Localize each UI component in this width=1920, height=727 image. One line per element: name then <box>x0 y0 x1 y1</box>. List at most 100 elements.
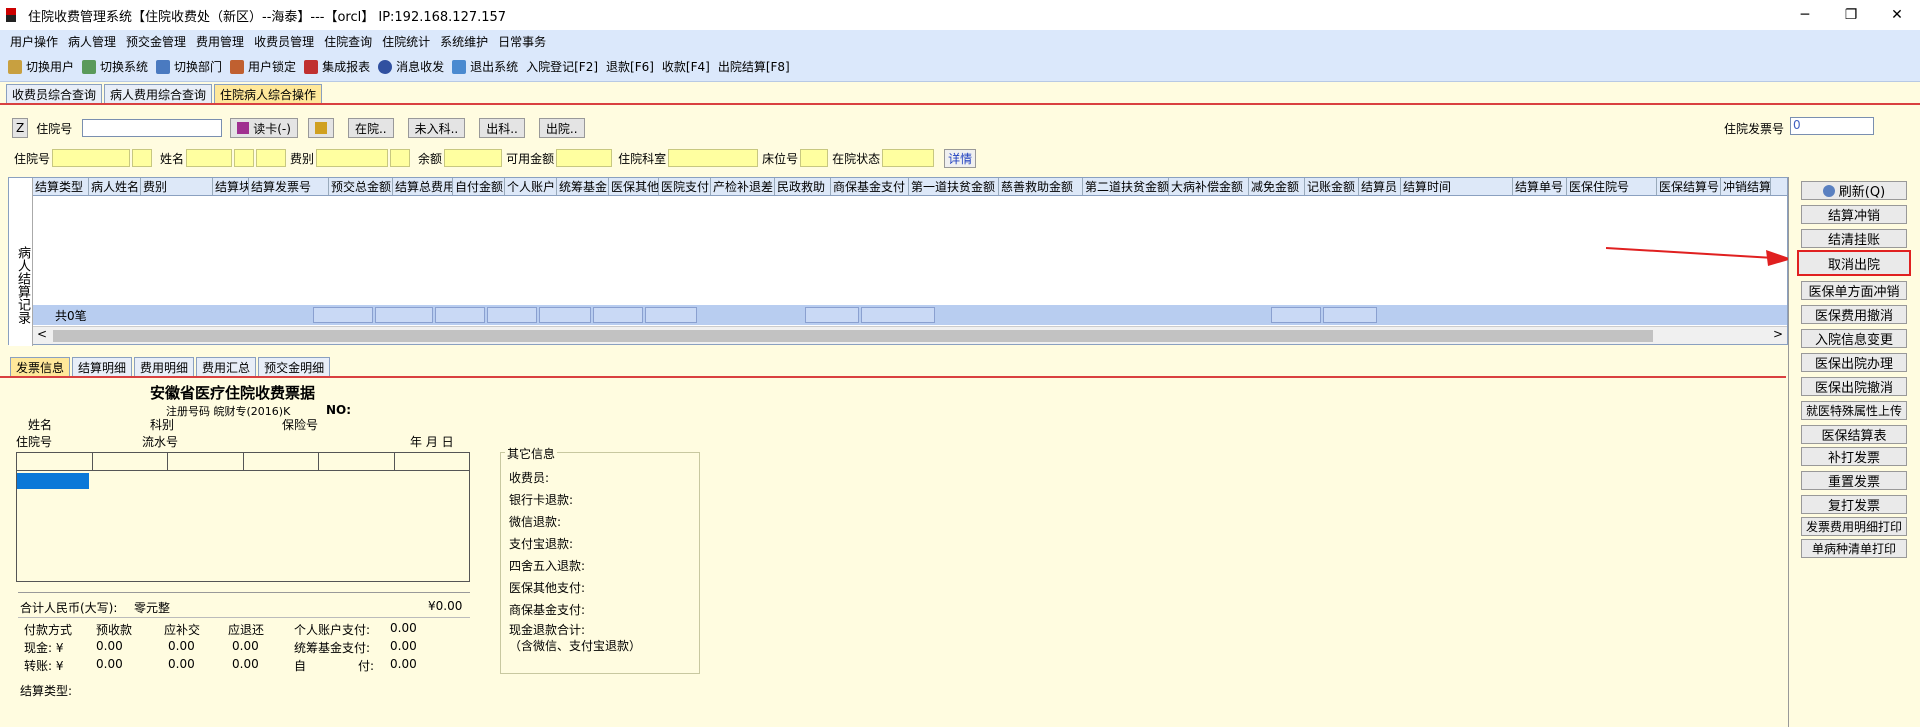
copy-invoice-button[interactable]: 复打发票 <box>1801 495 1907 514</box>
not-admitted-button[interactable]: 未入科.. <box>407 118 466 138</box>
ins-unilateral-reverse-button[interactable]: 医保单方面冲销 <box>1801 281 1907 300</box>
grid-column-header[interactable]: 结算员 <box>1359 178 1401 195</box>
settle-reverse-button[interactable]: 结算冲销 <box>1801 205 1907 224</box>
discharged-button[interactable]: 出院.. <box>538 118 585 138</box>
switch-dept-button[interactable]: 切换部门 <box>156 58 222 75</box>
refresh-button[interactable]: 刷新(Q) <box>1801 181 1907 200</box>
hosp-no-extra[interactable] <box>132 149 153 167</box>
grid-column-header[interactable]: 商保基金支付 <box>831 178 909 195</box>
special-attr-upload-button[interactable]: 就医特殊属性上传 <box>1801 401 1907 420</box>
grid-column-header[interactable]: 记账金额 <box>1305 178 1359 195</box>
reset-invoice-button[interactable]: 重置发票 <box>1801 471 1907 490</box>
scroll-thumb[interactable] <box>53 330 1653 342</box>
sex-field[interactable] <box>234 149 255 167</box>
ins-fee-revoke-button[interactable]: 医保费用撤消 <box>1801 305 1907 324</box>
grid-column-header[interactable]: 冲销结算 <box>1721 178 1771 195</box>
menu-maintenance[interactable]: 系统维护 <box>440 33 488 50</box>
grid-column-header[interactable]: 医保其他 <box>609 178 659 195</box>
grid-column-header[interactable]: 第一道扶贫金额 <box>909 178 999 195</box>
grid-column-header[interactable]: 民政救助 <box>775 178 831 195</box>
tab-patient-fee-query[interactable]: 病人费用综合查询 <box>104 84 213 103</box>
grid-column-header[interactable]: 第二道扶贫金额 <box>1083 178 1169 195</box>
ins-discharge-revoke-button[interactable]: 医保出院撤消 <box>1801 377 1907 396</box>
age-field[interactable] <box>256 149 287 167</box>
ins-settle-table-button[interactable]: 医保结算表 <box>1801 425 1907 444</box>
grid-column-header[interactable]: 产检补退差 <box>711 178 775 195</box>
dept-field[interactable] <box>668 149 759 167</box>
grid-column-header[interactable]: 医保结算号 <box>1657 178 1721 195</box>
tab-inpatient-ops[interactable]: 住院病人综合操作 <box>214 84 323 103</box>
grid-column-header[interactable]: 医院支付 <box>659 178 711 195</box>
menu-query[interactable]: 住院查询 <box>324 33 372 50</box>
report-button[interactable]: 集成报表 <box>304 58 370 75</box>
bed-field[interactable] <box>800 149 829 167</box>
hosp-no-field[interactable] <box>52 149 131 167</box>
admission-button[interactable]: 入院登记[F2] <box>526 58 598 75</box>
user-lock-button[interactable]: 用户锁定 <box>230 58 296 75</box>
grid-column-header[interactable]: 个人账户 <box>505 178 557 195</box>
read-card-button[interactable]: 读卡(-) <box>230 118 298 138</box>
grid-column-header[interactable]: 结算单号 <box>1513 178 1567 195</box>
status-field[interactable] <box>882 149 935 167</box>
scroll-right-icon[interactable]: > <box>1773 327 1783 341</box>
fee-type-extra[interactable] <box>390 149 411 167</box>
tab-cashier-query[interactable]: 收费员综合查询 <box>6 84 103 103</box>
receipt-selected-cell[interactable] <box>17 473 89 489</box>
grid-column-header[interactable]: 结算总费用 <box>393 178 453 195</box>
menu-prepay[interactable]: 预交金管理 <box>126 33 186 50</box>
available-field[interactable] <box>556 149 613 167</box>
name-field[interactable] <box>186 149 233 167</box>
maximize-button[interactable]: ❐ <box>1828 0 1874 30</box>
grid-column-header[interactable]: 病人姓名 <box>89 178 141 195</box>
menu-cashier[interactable]: 收费员管理 <box>254 33 314 50</box>
z-button[interactable]: Z <box>12 118 29 138</box>
minimize-button[interactable]: ─ <box>1782 0 1828 30</box>
tab-prepay-detail[interactable]: 预交金明细 <box>258 357 331 376</box>
grid-column-header[interactable]: 减免金额 <box>1249 178 1305 195</box>
invoice-fee-detail-print-button[interactable]: 发票费用明细打印 <box>1801 517 1907 536</box>
cancel-discharge-button[interactable]: 取消出院 <box>1797 250 1911 276</box>
single-disease-print-button[interactable]: 单病种清单打印 <box>1801 539 1907 558</box>
grid-column-header[interactable]: 结算发票号 <box>249 178 329 195</box>
grid-column-header[interactable]: 统筹基金 <box>557 178 609 195</box>
grid-column-header[interactable]: 费别 <box>141 178 213 195</box>
grid-hscroll[interactable]: < > <box>33 326 1787 344</box>
grid-column-header[interactable]: 结算类型 <box>33 178 89 195</box>
tab-settle-detail[interactable]: 结算明细 <box>72 357 133 376</box>
detail-button[interactable]: 详情 <box>944 148 977 168</box>
tab-fee-summary[interactable]: 费用汇总 <box>196 357 257 376</box>
dept-out-button[interactable]: 出科.. <box>479 118 525 138</box>
grid-column-header[interactable]: 大病补偿金额 <box>1169 178 1249 195</box>
fee-type-field[interactable] <box>316 149 389 167</box>
switch-user-button[interactable]: 切换用户 <box>8 58 74 75</box>
exit-button[interactable]: 退出系统 <box>452 58 518 75</box>
ins-discharge-button[interactable]: 医保出院办理 <box>1801 353 1907 372</box>
message-button[interactable]: 消息收发 <box>378 58 444 75</box>
balance-field[interactable] <box>444 149 503 167</box>
tab-invoice-info[interactable]: 发票信息 <box>10 357 71 376</box>
tab-fee-detail[interactable]: 费用明细 <box>134 357 195 376</box>
reprint-invoice-button[interactable]: 补打发票 <box>1801 447 1907 466</box>
hosp-no-input[interactable] <box>82 119 223 137</box>
grid-column-header[interactable]: 预交总金额 <box>329 178 393 195</box>
menu-stats[interactable]: 住院统计 <box>382 33 430 50</box>
grid-column-header[interactable]: 结算块 <box>213 178 249 195</box>
grid-column-header[interactable]: 医保住院号 <box>1567 178 1657 195</box>
grid-column-header[interactable]: 结算时间 <box>1401 178 1513 195</box>
menu-patient[interactable]: 病人管理 <box>68 33 116 50</box>
clear-hang-button[interactable]: 结清挂账 <box>1801 229 1907 248</box>
menu-daily[interactable]: 日常事务 <box>498 33 546 50</box>
scroll-left-icon[interactable]: < <box>37 327 47 341</box>
refund-button[interactable]: 退款[F6] <box>606 58 654 75</box>
grid-column-header[interactable]: 自付金额 <box>453 178 505 195</box>
admission-info-change-button[interactable]: 入院信息变更 <box>1801 329 1907 348</box>
clear-button[interactable] <box>307 118 334 138</box>
in-hospital-button[interactable]: 在院.. <box>347 118 394 138</box>
menu-user[interactable]: 用户操作 <box>10 33 58 50</box>
menu-fee[interactable]: 费用管理 <box>196 33 244 50</box>
collect-button[interactable]: 收款[F4] <box>662 58 710 75</box>
close-button[interactable]: ✕ <box>1874 0 1920 30</box>
switch-system-button[interactable]: 切换系统 <box>82 58 148 75</box>
invoice-no-input[interactable]: 0 <box>1790 117 1874 135</box>
discharge-settle-button[interactable]: 出院结算[F8] <box>718 58 790 75</box>
